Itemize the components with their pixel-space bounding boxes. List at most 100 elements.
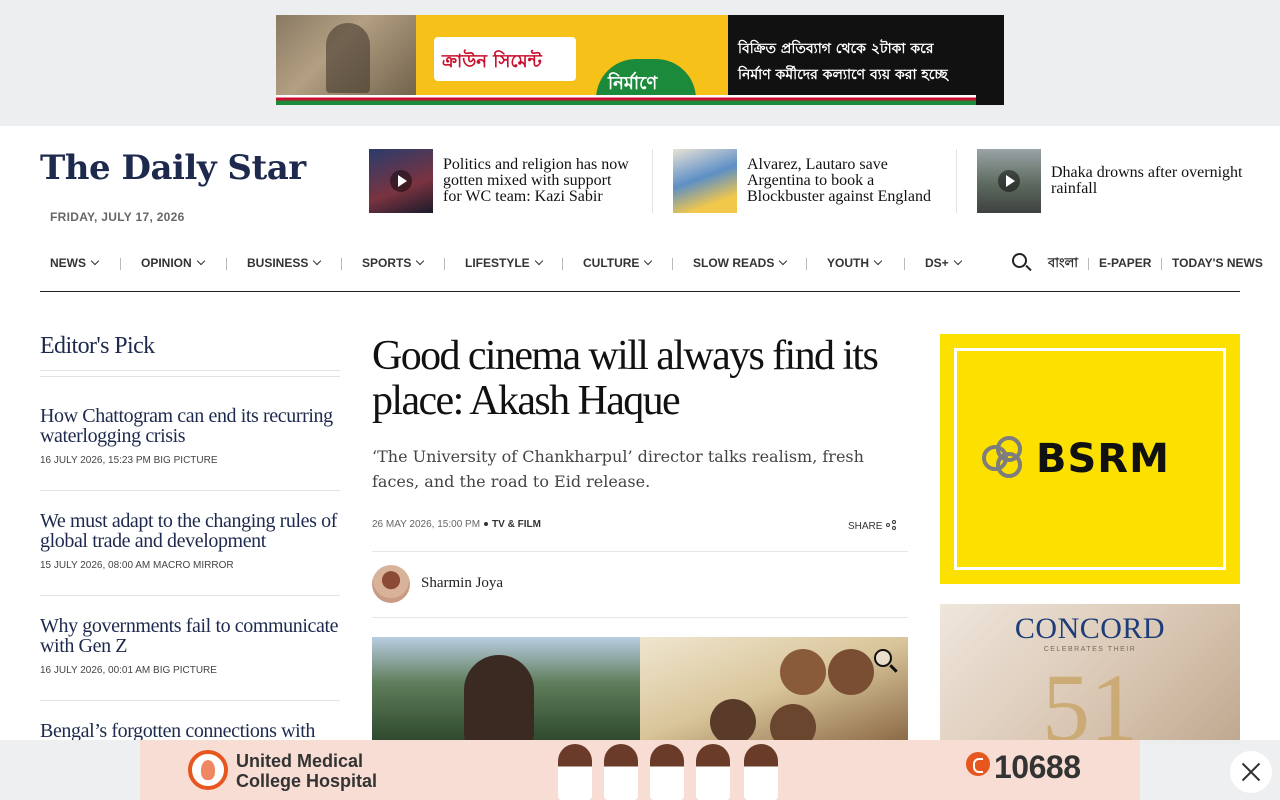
nav-item-news[interactable]: NEWS xyxy=(50,256,100,270)
trending-headline[interactable]: Politics and religion has now gotten mix… xyxy=(443,157,634,205)
doctors-photo xyxy=(558,744,784,800)
article-meta: 26 MAY 2026, 15:00 PM TV & FILM xyxy=(372,519,541,530)
hotline-number: 10688 xyxy=(994,749,1081,785)
nav-label: LIFESTYLE xyxy=(465,256,530,270)
current-date: FRIDAY, JULY 17, 2026 xyxy=(50,210,185,224)
concord-anniversary-number: 51 xyxy=(1042,654,1138,744)
divider xyxy=(40,490,340,491)
story-thumbnail xyxy=(977,149,1041,213)
ad-photo xyxy=(276,15,416,105)
nav-label: SLOW READS xyxy=(693,256,775,270)
editors-pick-meta: 15 JULY 2026, 08:00 AM MACRO MIRROR xyxy=(40,560,340,571)
hospital-name-line1: United Medical xyxy=(236,751,364,771)
nav-divider xyxy=(1088,258,1089,270)
editors-pick-meta: 16 JULY 2026, 15:23 PM BIG PICTURE xyxy=(40,455,340,466)
concord-wordmark: CONCORD xyxy=(1014,612,1166,645)
nav-divider xyxy=(672,258,673,270)
item-date: 15 JULY 2026, 08:00 AM xyxy=(40,560,151,571)
nav-item-sports[interactable]: SPORTS xyxy=(362,256,425,270)
share-button[interactable]: SHARE xyxy=(848,519,897,532)
ad-flag-stripe xyxy=(276,95,976,105)
zoom-icon[interactable] xyxy=(872,647,898,673)
chevron-down-icon xyxy=(644,256,653,266)
divider xyxy=(652,149,653,213)
article-hero-image[interactable] xyxy=(372,637,908,740)
item-section[interactable]: BIG PICTURE xyxy=(153,665,217,676)
article-headline: Good cinema will always find its place: … xyxy=(372,333,879,424)
nav-label: DS+ xyxy=(925,256,949,270)
item-date: 16 JULY 2026, 15:23 PM xyxy=(40,455,151,466)
story-thumbnail xyxy=(673,149,737,213)
ad-brand-text: ক্রাউন সিমেন্ট xyxy=(442,51,542,72)
hospital-logo-icon xyxy=(188,750,228,790)
hero-image-left xyxy=(372,637,640,740)
list-item[interactable]: Why governments fail to communicate with… xyxy=(40,616,340,676)
editors-pick-headline[interactable]: How Chattogram can end its recurring wat… xyxy=(40,406,340,446)
phone-icon xyxy=(966,752,990,776)
bsrm-wordmark: BSRM xyxy=(1036,436,1170,482)
nav-item-business[interactable]: BUSINESS xyxy=(247,256,322,270)
nav-divider xyxy=(904,258,905,270)
trending-story[interactable]: Politics and religion has now gotten mix… xyxy=(369,149,634,213)
trending-story[interactable]: Alvarez, Lautaro save Argentina to book … xyxy=(673,149,943,213)
chevron-down-icon xyxy=(416,256,425,266)
divider xyxy=(372,551,908,552)
play-icon xyxy=(390,170,412,192)
divider xyxy=(956,149,957,213)
site-logo[interactable]: The Daily Star xyxy=(40,148,306,188)
bangla-link[interactable]: বাংলা xyxy=(1048,254,1078,275)
chevron-down-icon xyxy=(873,256,883,266)
editors-pick-title: Editor's Pick xyxy=(40,333,155,359)
editors-pick-headline[interactable]: Bengal’s forgotten connections with xyxy=(40,721,340,741)
nav-item-slow-reads[interactable]: SLOW READS xyxy=(693,256,788,270)
editors-pick-headline[interactable]: Why governments fail to communicate with… xyxy=(40,616,340,656)
chevron-down-icon xyxy=(90,256,100,266)
nav-label: YOUTH xyxy=(827,256,869,270)
nav-item-opinion[interactable]: OPINION xyxy=(141,256,205,270)
nav-label: CULTURE xyxy=(583,256,640,270)
todays-news-link[interactable]: TODAY'S NEWS xyxy=(1172,256,1263,270)
trending-headline[interactable]: Dhaka drowns after overnight rainfall xyxy=(1051,165,1247,197)
author-name[interactable]: Sharmin Joya xyxy=(421,575,503,592)
nav-divider xyxy=(562,258,563,270)
ad-message-panel: বিক্রিত প্রতিব্যাগ থেকে ২টাকা করে নির্মা… xyxy=(728,15,1004,105)
divider xyxy=(40,370,340,371)
concord-ad[interactable]: CONCORD CELEBRATES THEIR 51 xyxy=(940,604,1240,744)
search-icon[interactable] xyxy=(1012,253,1032,273)
nav-item-ds-plus[interactable]: DS+ xyxy=(925,256,962,270)
item-section[interactable]: MACRO MIRROR xyxy=(153,560,234,571)
main-nav: NEWS OPINION BUSINESS SPORTS LIFESTYLE C… xyxy=(40,250,1263,292)
ad-brand-logo: ক্রাউন সিমেন্ট xyxy=(434,37,576,81)
nav-divider xyxy=(444,258,445,270)
bsrm-ad[interactable]: BSRM xyxy=(940,334,1240,584)
article-date: 26 MAY 2026, 15:00 PM xyxy=(372,519,481,530)
article-section-link[interactable]: TV & FILM xyxy=(492,519,541,530)
nav-item-culture[interactable]: CULTURE xyxy=(583,256,653,270)
bottom-sticky-ad[interactable]: United Medical College Hospital 10688 xyxy=(140,740,1140,800)
divider xyxy=(40,700,340,701)
list-item[interactable]: Bengal’s forgotten connections with xyxy=(40,721,340,741)
nav-divider xyxy=(806,258,807,270)
nav-label: OPINION xyxy=(141,256,192,270)
close-ad-button[interactable] xyxy=(1230,751,1272,793)
nav-label: BUSINESS xyxy=(247,256,309,270)
trending-headline[interactable]: Alvarez, Lautaro save Argentina to book … xyxy=(747,157,943,205)
divider xyxy=(372,617,908,618)
top-banner-ad[interactable]: ক্রাউন সিমেন্ট নির্মাণে নিরাপত্তা বিক্রি… xyxy=(276,15,1004,105)
author-avatar[interactable] xyxy=(372,565,410,603)
nav-divider xyxy=(1161,258,1162,270)
editors-pick-headline[interactable]: We must adapt to the changing rules of g… xyxy=(40,511,340,551)
list-item[interactable]: How Chattogram can end its recurring wat… xyxy=(40,406,340,466)
hospital-name: United Medical College Hospital xyxy=(236,751,377,791)
item-section[interactable]: BIG PICTURE xyxy=(154,455,218,466)
editors-pick-meta: 16 JULY 2026, 00:01 AM BIG PICTURE xyxy=(40,665,340,676)
nav-divider xyxy=(341,258,342,270)
epaper-link[interactable]: E-PAPER xyxy=(1099,256,1151,270)
divider xyxy=(40,376,340,377)
nav-item-youth[interactable]: YOUTH xyxy=(827,256,883,270)
nav-label: NEWS xyxy=(50,256,86,270)
share-icon xyxy=(886,520,897,530)
trending-story[interactable]: Dhaka drowns after overnight rainfall xyxy=(977,149,1247,213)
nav-item-lifestyle[interactable]: LIFESTYLE xyxy=(465,256,543,270)
list-item[interactable]: We must adapt to the changing rules of g… xyxy=(40,511,340,571)
